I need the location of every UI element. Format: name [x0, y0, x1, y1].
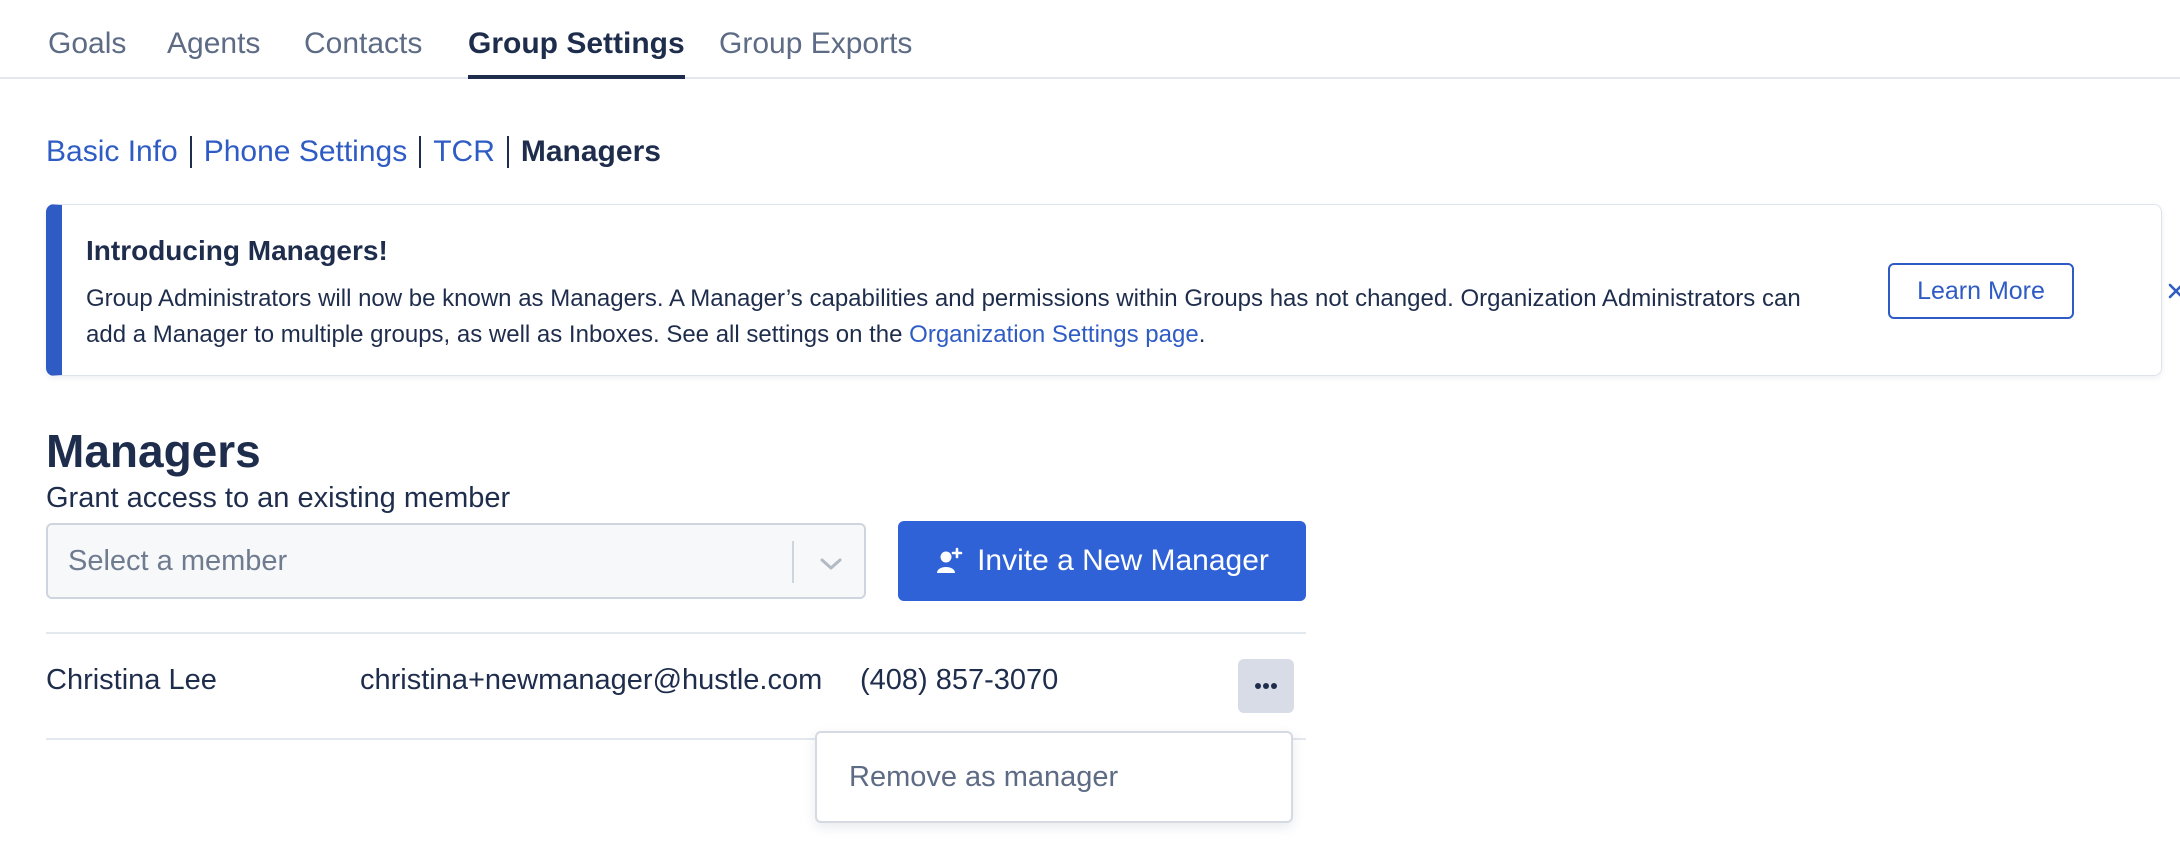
- learn-more-button[interactable]: Learn More: [1888, 263, 2074, 319]
- row-actions-button[interactable]: [1238, 659, 1294, 713]
- banner-title: Introducing Managers!: [86, 235, 388, 266]
- sub-nav-divider: [506, 136, 509, 168]
- sub-nav-managers: Managers: [520, 135, 661, 168]
- more-horizontal-icon: [1254, 682, 1278, 690]
- introducing-managers-banner: Introducing Managers! Group Administrato…: [46, 204, 2180, 376]
- remove-as-manager-item[interactable]: Remove as manager: [849, 761, 1118, 794]
- manager-name: Christina Lee: [46, 664, 217, 696]
- row-actions-menu: Remove as manager: [815, 731, 1293, 823]
- sub-nav-tcr[interactable]: TCR: [433, 135, 495, 169]
- sub-nav-divider: [419, 136, 422, 168]
- managers-heading: Managers: [46, 425, 261, 477]
- manager-phone: (408) 857-3070: [860, 664, 1059, 696]
- close-icon: [2168, 283, 2180, 299]
- member-select-placeholder: Select a member: [68, 545, 288, 577]
- member-select[interactable]: Select a member: [46, 523, 866, 599]
- settings-sub-nav: Basic Info Phone Settings TCR Managers: [46, 130, 661, 174]
- organization-settings-link[interactable]: Organization Settings page: [909, 321, 1199, 348]
- select-divider: [792, 541, 794, 583]
- tab-contacts[interactable]: Contacts: [304, 22, 422, 79]
- manager-email: christina+newmanager@hustle.com: [360, 664, 823, 696]
- banner-text-end: .: [1198, 321, 1206, 348]
- tab-group-settings[interactable]: Group Settings: [468, 22, 685, 79]
- sub-nav-divider: [189, 136, 192, 168]
- chevron-down-icon[interactable]: [814, 547, 848, 581]
- sub-nav-phone-settings[interactable]: Phone Settings: [204, 135, 407, 169]
- close-banner-button[interactable]: ×: [2160, 275, 2180, 307]
- tab-agents[interactable]: Agents: [167, 22, 260, 79]
- tab-group-exports[interactable]: Group Exports: [719, 22, 912, 79]
- sub-nav-basic-info[interactable]: Basic Info: [46, 135, 178, 169]
- invite-new-manager-button[interactable]: Invite a New Manager: [898, 521, 1306, 601]
- banner-text: Group Administrators will now be known a…: [86, 281, 1806, 353]
- group-settings-page: Goals Agents Contacts Group Settings Gro…: [0, 0, 2180, 864]
- tab-goals[interactable]: Goals: [48, 22, 126, 79]
- top-tab-bar: Goals Agents Contacts Group Settings Gro…: [0, 0, 2180, 79]
- table-divider: [46, 632, 1306, 634]
- grant-access-label: Grant access to an existing member: [46, 482, 511, 514]
- invite-button-label: Invite a New Manager: [977, 544, 1269, 577]
- add-user-icon: [935, 547, 963, 575]
